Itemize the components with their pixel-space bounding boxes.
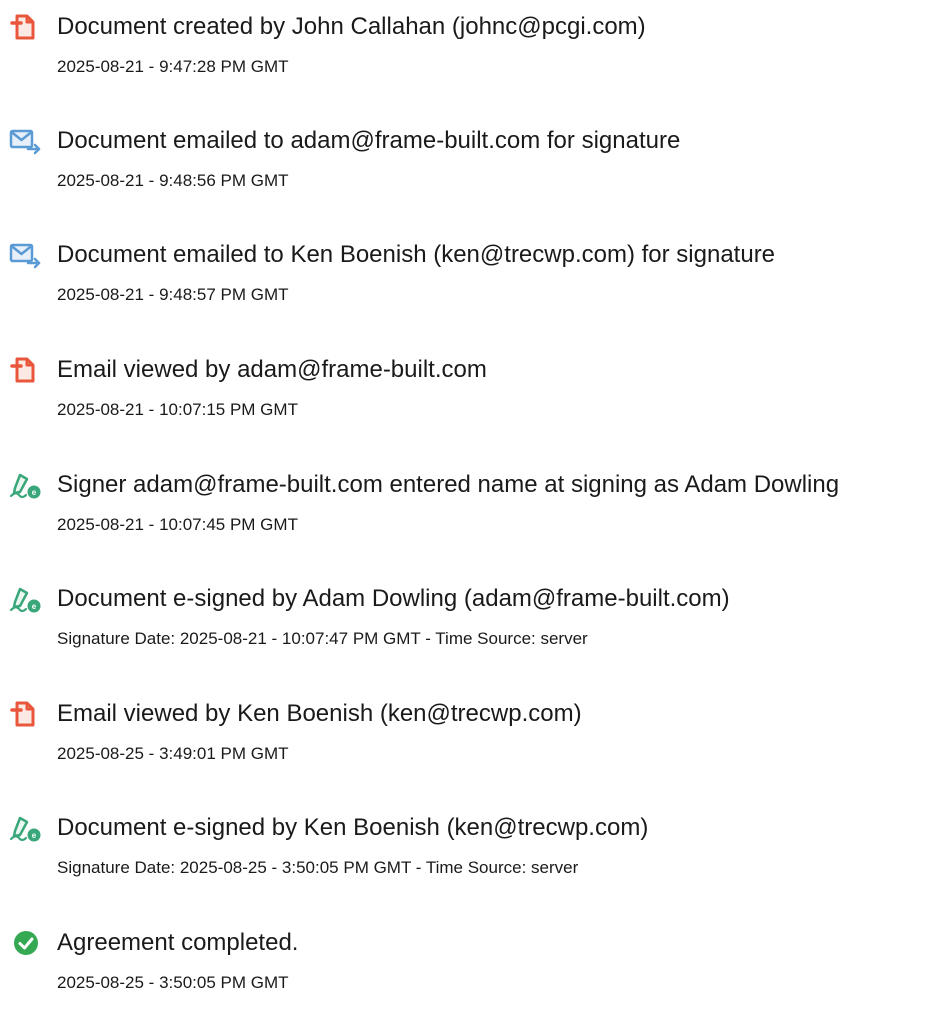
event-title: Document e-signed by Ken Boenish (ken@tr…	[57, 814, 649, 841]
event-timestamp: 2025-08-21 - 10:07:45 PM GMT	[57, 515, 298, 534]
audit-event: e Document e-signed by Ken Boenish (ken@…	[0, 811, 928, 921]
audit-event: e Document e-signed by Adam Dowling (ada…	[0, 582, 928, 692]
audit-event: Document emailed to Ken Boenish (ken@tre…	[0, 238, 928, 348]
email-send-icon	[8, 126, 42, 156]
event-title: Email viewed by Ken Boenish (ken@trecwp.…	[57, 700, 582, 727]
svg-text:e: e	[32, 488, 37, 497]
pen-sign-icon: e	[8, 813, 42, 843]
pen-sign-icon: e	[8, 470, 42, 500]
document-icon	[8, 12, 42, 42]
event-title: Document created by John Callahan (johnc…	[57, 13, 646, 40]
event-signature-date: Signature Date: 2025-08-21 - 10:07:47 PM…	[57, 629, 588, 648]
audit-event: Document created by John Callahan (johnc…	[0, 10, 928, 120]
document-icon	[8, 699, 42, 729]
check-circle-icon	[8, 928, 42, 958]
event-title: Agreement completed.	[57, 929, 299, 956]
svg-text:e: e	[32, 831, 37, 840]
event-timestamp: 2025-08-21 - 9:48:57 PM GMT	[57, 285, 289, 304]
event-title: Signer adam@frame-built.com entered name…	[57, 471, 840, 498]
audit-trail: Document created by John Callahan (johnc…	[0, 0, 928, 994]
event-timestamp: 2025-08-25 - 3:49:01 PM GMT	[57, 744, 289, 763]
event-timestamp: 2025-08-21 - 9:47:28 PM GMT	[57, 57, 289, 76]
event-signature-date: Signature Date: 2025-08-25 - 3:50:05 PM …	[57, 858, 579, 877]
event-title: Document emailed to Ken Boenish (ken@tre…	[57, 241, 776, 268]
audit-event: e Signer adam@frame-built.com entered na…	[0, 468, 928, 578]
event-timestamp: 2025-08-21 - 9:48:56 PM GMT	[57, 171, 289, 190]
audit-event: Email viewed by Ken Boenish (ken@trecwp.…	[0, 697, 928, 807]
event-timestamp: 2025-08-21 - 10:07:15 PM GMT	[57, 400, 298, 419]
audit-event: Agreement completed. 2025-08-25 - 3:50:0…	[0, 926, 928, 1036]
event-timestamp: 2025-08-25 - 3:50:05 PM GMT	[57, 973, 289, 992]
svg-text:e: e	[32, 602, 37, 611]
document-icon	[8, 355, 42, 385]
audit-event: Email viewed by adam@frame-built.com 202…	[0, 353, 928, 463]
event-title: Document e-signed by Adam Dowling (adam@…	[57, 585, 730, 612]
audit-event: Document emailed to adam@frame-built.com…	[0, 124, 928, 234]
pen-sign-icon: e	[8, 584, 42, 614]
event-title: Document emailed to adam@frame-built.com…	[57, 127, 681, 154]
event-title: Email viewed by adam@frame-built.com	[57, 356, 487, 383]
email-send-icon	[8, 240, 42, 270]
